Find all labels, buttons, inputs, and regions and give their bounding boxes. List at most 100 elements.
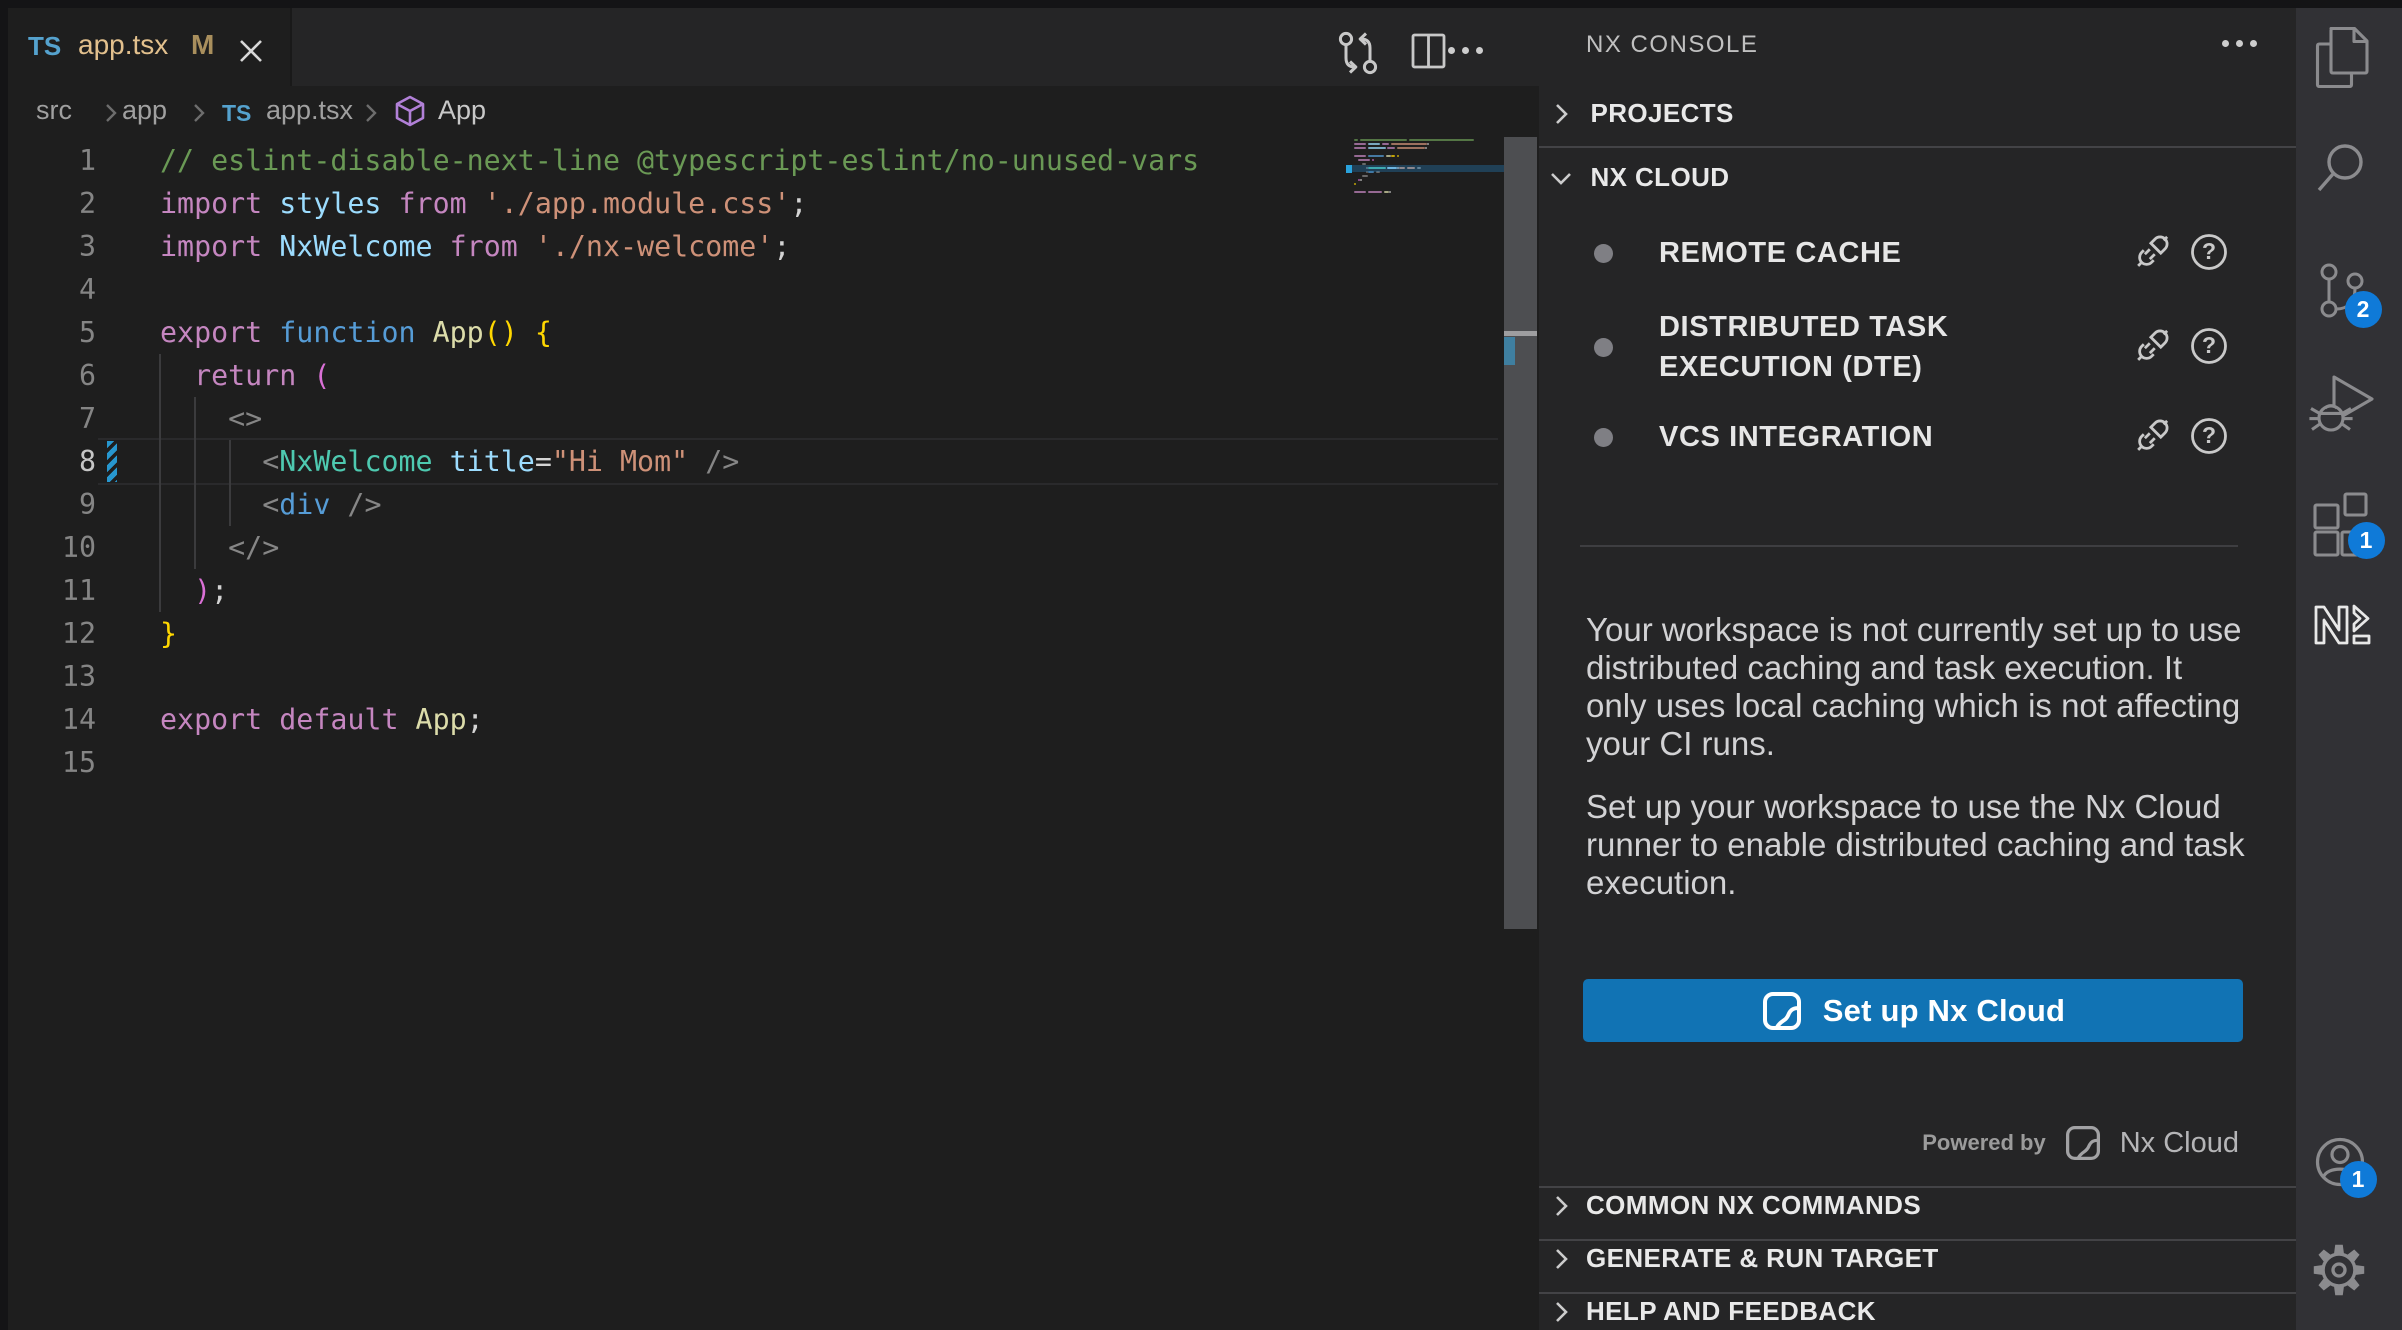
minimap-modified-marker: [1346, 165, 1352, 173]
code-text: );: [160, 569, 228, 612]
section-projects[interactable]: PROJECTS: [1548, 98, 1734, 129]
code-line-10: 10 </>: [8, 526, 1348, 569]
line-number: 3: [8, 225, 96, 268]
minimap-line-bar: [1354, 147, 1366, 150]
section-generate-run-target[interactable]: GENERATE & RUN TARGET: [1548, 1243, 1939, 1274]
badge: 1: [2348, 522, 2385, 559]
line-number: 11: [8, 569, 96, 612]
scrollbar-slider[interactable]: [1504, 137, 1537, 929]
code-token: (): [484, 316, 518, 349]
line-number: 4: [8, 268, 96, 311]
powered-by: Powered by Nx Cloud: [1539, 1124, 2239, 1162]
code-token: <>: [160, 402, 262, 435]
minimap-line-bar: [1354, 183, 1356, 186]
settings-gear-icon: [2309, 1240, 2369, 1300]
code-text: import styles from './app.module.css';: [160, 182, 807, 225]
tab-modified-badge: M: [191, 29, 214, 61]
line-number: 10: [8, 526, 96, 569]
code-text: <NxWelcome title="Hi Mom" />: [160, 440, 739, 483]
more-actions-icon[interactable]: [1448, 47, 1483, 54]
powered-by-brand: Nx Cloud: [2120, 1127, 2239, 1160]
minimap-line-bar: [1387, 147, 1395, 150]
line-number: 9: [8, 483, 96, 526]
setup-nx-cloud-button[interactable]: Set up Nx Cloud: [1583, 979, 2243, 1042]
section-nx-cloud[interactable]: NX CLOUD: [1548, 162, 1729, 193]
feature-label: DISTRIBUTED TASK EXECUTION (DTE): [1659, 307, 2119, 387]
minimap-current-line-band: [1350, 165, 1509, 172]
section-help-and-feedback[interactable]: HELP AND FEEDBACK: [1548, 1296, 1876, 1327]
feature-bullet: [1594, 338, 1613, 357]
line-number: 6: [8, 354, 96, 397]
code-line-1: 1// eslint-disable-next-line @typescript…: [8, 139, 1348, 182]
minimap-line-bar: [1362, 175, 1368, 178]
code-token: {: [518, 316, 552, 349]
split-editor-icon[interactable]: [1411, 33, 1447, 69]
feature-bullet: [1594, 428, 1613, 447]
code-line-4: 4: [8, 268, 1348, 311]
line-number: 8: [8, 440, 96, 483]
code-token: App: [416, 316, 484, 349]
code-token: "Hi Mom": [552, 445, 688, 478]
panel-title: NX CONSOLE: [1586, 31, 1758, 59]
code-token: styles: [262, 187, 381, 220]
code-line-14: 14export default App;: [8, 698, 1348, 741]
minimap-line-bar: [1360, 179, 1362, 182]
line-number: 15: [8, 741, 96, 784]
code-token: <: [160, 445, 279, 478]
minimap-line-bar: [1391, 143, 1426, 146]
connect-icon[interactable]: [2130, 412, 2176, 458]
breadcrumb-app[interactable]: app: [122, 95, 167, 126]
code-token: NxWelcome: [262, 230, 432, 263]
minimap-line-bar: [1397, 147, 1425, 150]
svg-text:?: ?: [2202, 422, 2216, 448]
nx-cloud-description-2: Set up your workspace to use the Nx Clou…: [1586, 788, 2248, 902]
code-token: (: [296, 359, 330, 392]
chevron-right-icon: [1548, 1246, 1574, 1272]
code-token: default: [262, 703, 398, 736]
nx-console-activity-item[interactable]: [2312, 603, 2372, 663]
code-editor[interactable]: 1// eslint-disable-next-line @typescript…: [8, 136, 1539, 1330]
tab-bar: TS app.tsx M: [8, 8, 1539, 86]
run-and-debug-activity-item[interactable]: [2306, 370, 2374, 438]
code-line-13: 13: [8, 655, 1348, 698]
breadcrumb-src[interactable]: src: [36, 95, 72, 126]
close-icon[interactable]: [238, 38, 264, 64]
minimap-line-bar: [1358, 159, 1370, 162]
badge: 2: [2345, 291, 2382, 328]
minimap-line-bar: [1427, 143, 1429, 146]
breadcrumbs: src app TS app.tsx App: [8, 86, 1539, 136]
connect-icon[interactable]: [2130, 228, 2176, 274]
breadcrumb-symbol[interactable]: App: [438, 95, 486, 126]
minimap-line-bar: [1391, 155, 1395, 158]
minimap-line-bar: [1360, 139, 1407, 142]
nx-cloud-description-1: Your workspace is not currently set up t…: [1586, 611, 2248, 763]
code-line-7: 7 <>: [8, 397, 1348, 440]
question-icon[interactable]: ?: [2189, 416, 2229, 456]
connect-icon[interactable]: [2130, 322, 2176, 368]
chevron-right-icon: [188, 102, 210, 124]
svg-text:?: ?: [2202, 332, 2216, 358]
question-icon[interactable]: ?: [2189, 326, 2229, 366]
code-text: }: [160, 612, 177, 655]
line-number: 13: [8, 655, 96, 698]
nx-cloud-icon: [1761, 990, 1803, 1032]
search-activity-item[interactable]: [2312, 137, 2372, 197]
code-line-9: 9 <div />: [8, 483, 1348, 526]
tab-app-tsx[interactable]: TS app.tsx M: [8, 8, 292, 86]
question-icon[interactable]: ?: [2189, 232, 2229, 272]
code-token: function: [262, 316, 415, 349]
section-border: [1539, 1239, 2296, 1241]
minimap-line-bar: [1372, 159, 1374, 162]
line-number: 7: [8, 397, 96, 440]
settings-gear-activity-item[interactable]: [2309, 1240, 2369, 1300]
files-activity-item[interactable]: [2311, 27, 2373, 89]
panel-more-actions-icon[interactable]: [2222, 40, 2257, 47]
open-changes-icon[interactable]: [1335, 29, 1381, 75]
section-common-nx-commands[interactable]: COMMON NX COMMANDS: [1548, 1190, 1921, 1221]
section-border: [1539, 146, 2296, 148]
code-token: export: [160, 703, 262, 736]
code-token: export: [160, 316, 262, 349]
breadcrumb-file[interactable]: app.tsx: [266, 95, 353, 126]
section-label: NX CLOUD: [1590, 162, 1729, 192]
chevron-down-icon: [1548, 165, 1574, 191]
